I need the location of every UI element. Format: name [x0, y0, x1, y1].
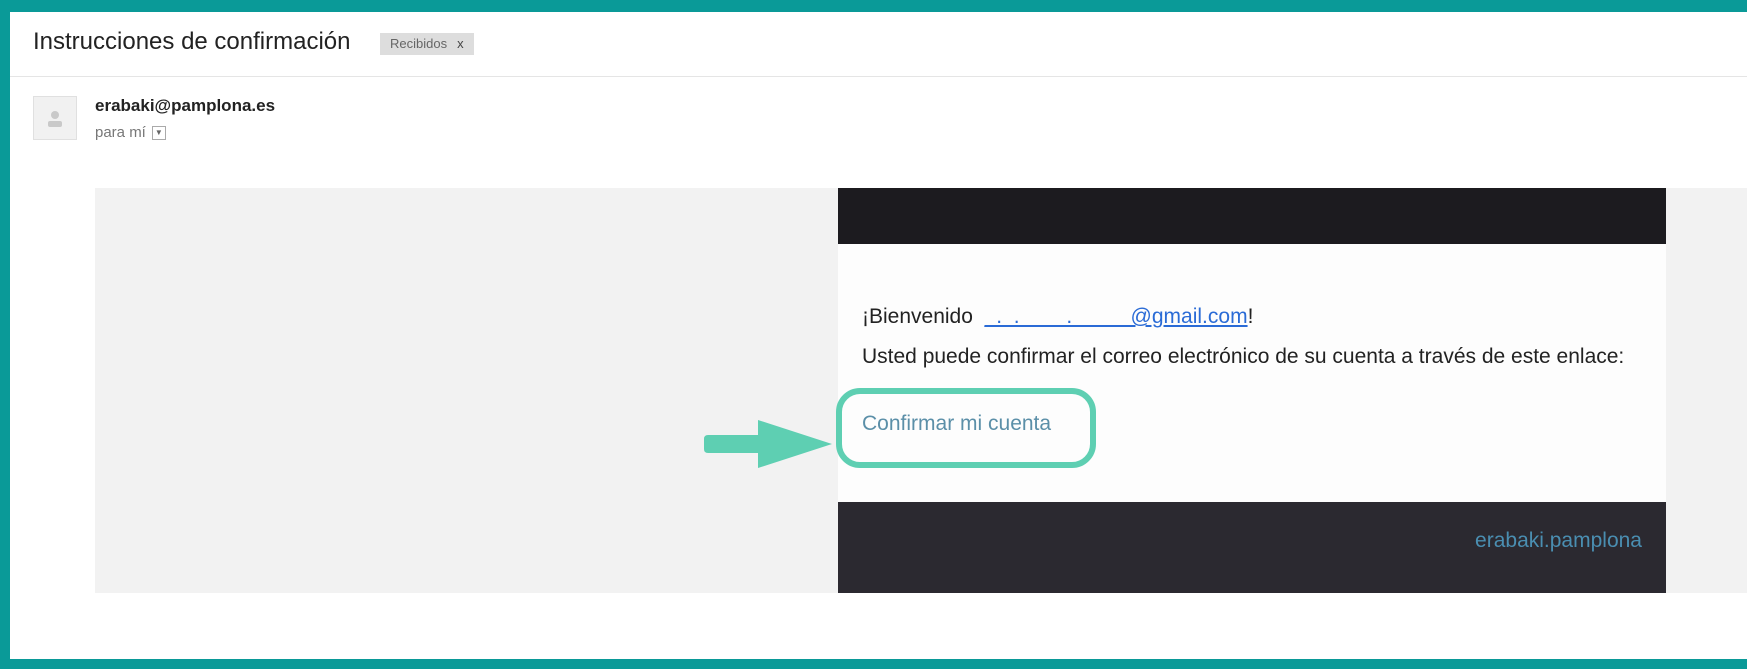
- sender-address[interactable]: erabaki@pamplona.es: [95, 96, 275, 116]
- avatar[interactable]: [33, 96, 77, 140]
- greeting-prefix: ¡Bienvenido: [862, 305, 973, 328]
- confirm-account-link[interactable]: Confirmar mi cuenta: [862, 412, 1051, 436]
- instruction-text: Usted puede confirmar el correo electrón…: [862, 345, 1625, 368]
- label-text: Recibidos: [390, 36, 448, 51]
- remove-label-button[interactable]: x: [457, 33, 464, 55]
- details-dropdown-icon[interactable]: ▼: [151, 125, 166, 140]
- subject-bar: Instrucciones de confirmación Recibidos …: [10, 12, 1747, 77]
- card-body: ¡Bienvenido _._.____._____@gmail.com! Us…: [836, 244, 1666, 502]
- welcome-line: ¡Bienvenido _._.____._____@gmail.com!: [862, 305, 1253, 329]
- footer-site-link[interactable]: erabaki.pamplona: [1475, 529, 1642, 553]
- card-header: [838, 188, 1666, 244]
- card-footer: erabaki.pamplona: [838, 502, 1666, 593]
- recipient-email-link[interactable]: _._.____._____@gmail.com: [985, 305, 1248, 328]
- greeting-suffix: !: [1247, 305, 1254, 328]
- recipient-line: para mí ▼: [95, 124, 166, 141]
- email-card: ¡Bienvenido _._.____._____@gmail.com! Us…: [836, 188, 1666, 593]
- inbox-label-chip[interactable]: Recibidos x: [380, 33, 474, 55]
- recipient-text: para mí: [95, 124, 146, 141]
- person-icon: [48, 111, 62, 127]
- email-subject: Instrucciones de confirmación: [33, 28, 351, 55]
- arrow-right-icon: [704, 420, 832, 468]
- email-window: Instrucciones de confirmación Recibidos …: [10, 12, 1747, 659]
